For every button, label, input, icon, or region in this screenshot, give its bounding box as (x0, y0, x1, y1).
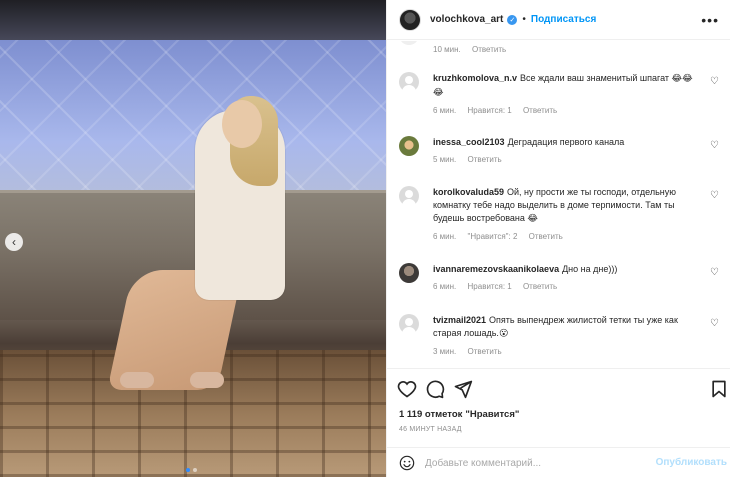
comment-body: kruzhkomolova_n.v Все ждали ваш знамениты… (433, 72, 719, 100)
studio-wall (0, 40, 386, 210)
studio-ceiling (0, 0, 386, 44)
heart-icon[interactable]: ♡ (710, 140, 719, 151)
comment-avatar[interactable] (399, 186, 419, 206)
comment-body: korolkovaluda59 Ой, ну прости же ты госпо… (433, 186, 719, 226)
reply-button[interactable]: Ответить (529, 232, 563, 241)
comment-text: Деградация первого канала (507, 137, 625, 147)
comment-username[interactable]: ivannaremezovskaanikolaeva (433, 264, 559, 274)
follow-button[interactable]: Подписаться (531, 14, 596, 25)
comment-item: ivannaremezovskaanikolaeva Дно на дне))) … (399, 263, 719, 291)
comment-emoji: 😂 (527, 214, 538, 224)
comment-username[interactable]: inessa_cool2103 (433, 137, 505, 147)
comment-meta: 6 мин. Нравится: 1 Ответить (433, 106, 719, 115)
comment-username[interactable]: tvizmail2021 (433, 315, 486, 325)
chevron-left-icon: ‹ (12, 235, 16, 249)
post-photo[interactable]: ‹ (0, 0, 386, 477)
likes-number: 1 119 отметок (399, 409, 463, 420)
person-shoe (120, 372, 154, 388)
carousel-dot (186, 468, 190, 472)
comments-list[interactable]: 10 мин. Ответить kruzhkomolova_n.v Все жд… (387, 41, 730, 367)
reply-button[interactable]: Ответить (472, 45, 506, 54)
carousel-dot (193, 468, 197, 472)
comment-item: tvizmail2021 Опять выпендреж жилистой тет… (399, 314, 719, 356)
reply-button[interactable]: Ответить (523, 282, 557, 291)
comment-username[interactable]: korolkovaluda59 (433, 187, 504, 197)
reply-button[interactable]: Ответить (468, 155, 502, 164)
heart-icon[interactable]: ♡ (710, 190, 719, 201)
comment-meta: 6 мин. Нравится: 1 Ответить (433, 282, 719, 291)
reply-button[interactable]: Ответить (523, 106, 557, 115)
heart-icon[interactable]: ♡ (710, 76, 719, 87)
header-separator: • (522, 14, 526, 25)
comment-time: 5 мин. (433, 155, 457, 164)
comment-time: 10 мин. (433, 45, 461, 54)
avatar[interactable] (399, 8, 421, 31)
share-icon[interactable] (453, 379, 473, 399)
post-panel: volochkova_art ✓ • Подписаться ••• 10 ми… (386, 0, 730, 477)
comment-time: 3 мин. (433, 347, 457, 356)
reply-button[interactable]: Ответить (468, 347, 502, 356)
post-actions (387, 368, 730, 408)
comment-avatar[interactable] (399, 314, 419, 334)
carousel-dots (186, 468, 197, 472)
comment-meta: 5 мин. Ответить (433, 155, 719, 164)
carousel-prev-button[interactable]: ‹ (5, 233, 23, 251)
more-icon[interactable]: ••• (701, 12, 719, 28)
heart-icon[interactable]: ♡ (710, 318, 719, 329)
bookmark-icon[interactable] (709, 379, 729, 399)
avatar (399, 41, 419, 45)
heart-icon[interactable]: ♡ (710, 267, 719, 278)
person-head (222, 100, 262, 148)
likes-count[interactable]: 1 119 отметок "Нравится" (399, 409, 519, 420)
comment-meta: 10 мин. Ответить (433, 45, 515, 54)
heart-icon[interactable] (397, 379, 417, 399)
add-comment-bar: Опубликовать (387, 447, 730, 477)
comment-likes[interactable]: Нравится: 1 (468, 106, 512, 115)
comment-icon[interactable] (425, 379, 445, 399)
comment-avatar[interactable] (399, 263, 419, 283)
verified-icon: ✓ (507, 14, 518, 25)
comment-text: Все ждали ваш знаменитый шпагат (520, 73, 670, 83)
comment-body: ivannaremezovskaanikolaeva Дно на дне))) (433, 263, 719, 276)
comment-likes[interactable]: "Нравится": 2 (468, 232, 518, 241)
person-shoe (190, 372, 224, 388)
post-header: volochkova_art ✓ • Подписаться ••• (387, 0, 730, 40)
comment-text: Дно на дне))) (562, 264, 618, 274)
author-username[interactable]: volochkova_art (430, 14, 503, 25)
likes-label: "Нравится" (465, 409, 520, 420)
comment-time: 6 мин. (433, 106, 457, 115)
comment-item: korolkovaluda59 Ой, ну прости же ты госпо… (399, 186, 719, 241)
comment-item: inessa_cool2103 Деградация первого канала… (399, 136, 719, 164)
comment-avatar[interactable] (399, 136, 419, 156)
comment-input[interactable] (425, 454, 645, 472)
comment-emoji: 😮 (498, 329, 509, 339)
publish-button[interactable]: Опубликовать (656, 457, 727, 468)
comment-username[interactable]: kruzhkomolova_n.v (433, 73, 517, 83)
comment-body: inessa_cool2103 Деградация первого канала (433, 136, 719, 149)
comment-body: tvizmail2021 Опять выпендреж жилистой тет… (433, 314, 719, 341)
comment-likes[interactable]: Нравится: 1 (468, 282, 512, 291)
post-time[interactable]: 46 МИНУТ НАЗАД (399, 426, 462, 433)
comment-meta: 6 мин. "Нравится": 2 Ответить (433, 232, 719, 241)
comment-time: 6 мин. (433, 282, 457, 291)
comment-meta: 3 мин. Ответить (433, 347, 719, 356)
comment-item: kruzhkomolova_n.v Все ждали ваш знамениты… (399, 72, 719, 115)
smile-icon[interactable] (399, 455, 415, 471)
comment-time: 6 мин. (433, 232, 457, 241)
comment-avatar[interactable] (399, 72, 419, 92)
